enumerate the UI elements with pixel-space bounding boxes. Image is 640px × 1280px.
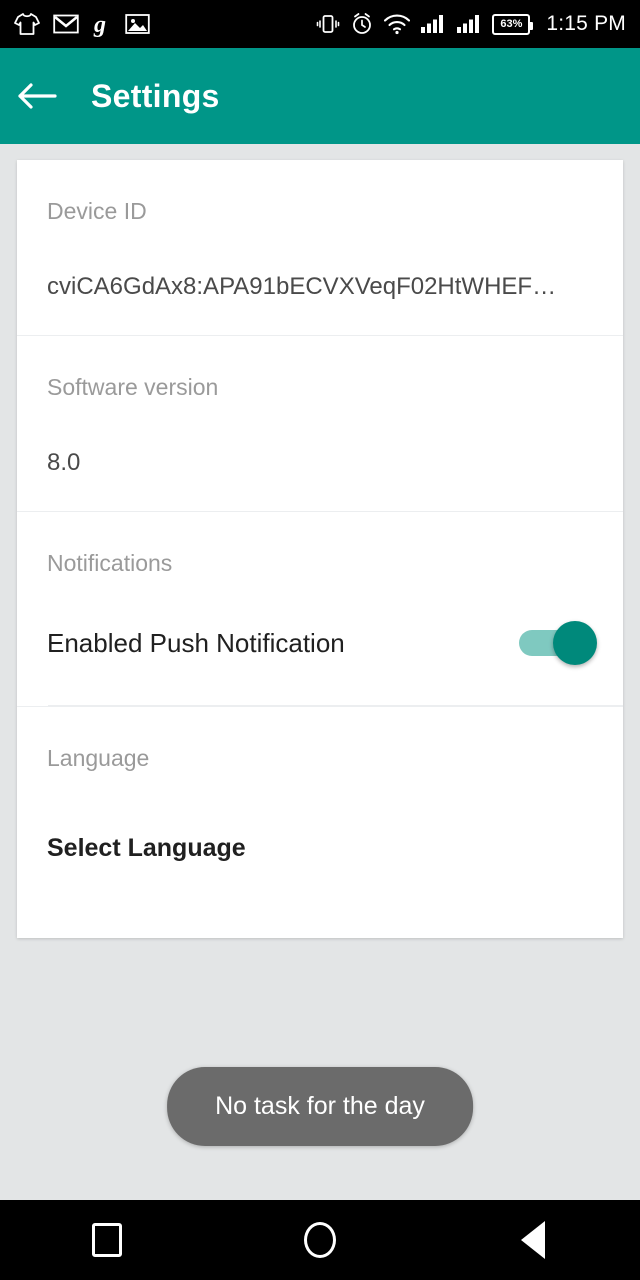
status-bar-clock: 1:15 PM (546, 12, 626, 35)
software-version-value: 8.0 (47, 449, 81, 476)
divider (48, 705, 623, 706)
home-button[interactable] (260, 1200, 380, 1280)
alarm-icon (353, 13, 372, 34)
signal-sim1-icon (421, 15, 444, 33)
status-bar: g 63% 1:15 PM (0, 0, 640, 48)
push-notification-toggle[interactable] (519, 621, 597, 665)
square-recents-icon (91, 1223, 122, 1257)
signal-sim2-icon (457, 15, 480, 33)
glide-g-icon: g (93, 12, 106, 37)
shirt-icon (14, 13, 40, 35)
photo-icon (125, 13, 150, 34)
device-id-header: Device ID (47, 198, 147, 224)
push-notification-label: Enabled Push Notification (47, 627, 345, 658)
settings-card: Device ID cviCA6GdAx8:APA91bECVXVeqF02Ht… (17, 160, 623, 938)
phone-screen: g 63% 1:15 PM Settings Device ID cviCA6G… (0, 0, 640, 1280)
setting-device-id[interactable]: Device ID cviCA6GdAx8:APA91bECVXVeqF02Ht… (17, 160, 623, 335)
recents-button[interactable] (47, 1200, 167, 1280)
notifications-header: Notifications (47, 550, 173, 576)
gmail-icon (53, 14, 79, 34)
battery-percent: 63% (500, 17, 523, 30)
circle-home-icon (303, 1222, 336, 1258)
battery-icon: 63% (492, 13, 534, 35)
status-bar-left-icons: g (14, 11, 150, 37)
select-language-button[interactable]: Select Language (17, 772, 623, 863)
navigation-bar (0, 1200, 640, 1280)
app-bar: Settings (0, 48, 640, 144)
back-nav-button[interactable] (473, 1200, 593, 1280)
software-version-header: Software version (47, 374, 219, 400)
triangle-back-icon (521, 1221, 546, 1259)
setting-software-version[interactable]: Software version 8.0 (17, 336, 623, 511)
arrow-left-icon (18, 83, 57, 109)
setting-notifications: Notifications Enabled Push Notification (17, 512, 623, 706)
language-header: Language (47, 745, 150, 771)
push-notification-row[interactable]: Enabled Push Notification (17, 577, 623, 705)
toggle-thumb (553, 621, 597, 665)
svg-text:g: g (93, 12, 106, 37)
status-bar-right-icons: 63% 1:15 PM (316, 12, 626, 36)
vibrate-icon (317, 15, 340, 33)
device-id-value: cviCA6GdAx8:APA91bECVXVeqF02HtWHEF… (47, 273, 557, 300)
page-title: Settings (91, 77, 220, 114)
setting-language: Language Select Language (17, 707, 623, 863)
toast-message: No task for the day (167, 1067, 473, 1146)
wifi-icon (384, 13, 411, 34)
back-button[interactable] (0, 48, 74, 144)
